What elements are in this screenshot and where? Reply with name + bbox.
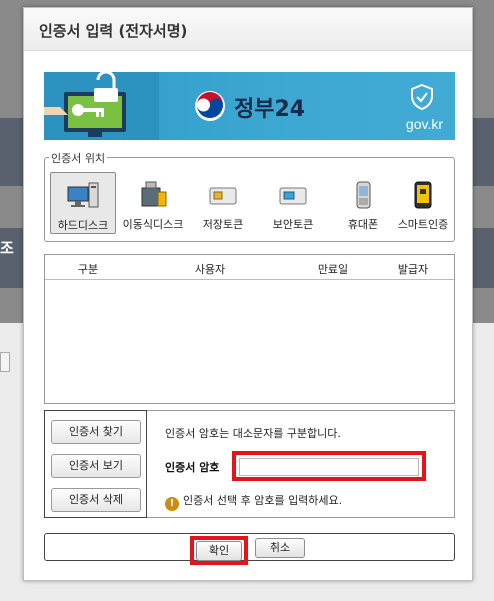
pc-icon xyxy=(67,182,99,208)
mobile-phone-icon xyxy=(356,181,371,209)
password-warning: ! 인증서 선택 후 암호를 입력하세요. xyxy=(165,492,342,511)
location-label: 스마트인증 xyxy=(397,218,449,231)
column-header-type: 구분 xyxy=(77,263,99,276)
certificate-actions: 인증서 찾기 인증서 보기 인증서 삭제 xyxy=(44,410,147,518)
find-certificate-button[interactable]: 인증서 찾기 xyxy=(51,420,141,444)
certificate-list-table[interactable]: 구분 사용자 만료일 발급자 xyxy=(44,254,455,404)
dialog-titlebar[interactable]: 인증서 입력 (전자서명) xyxy=(24,8,472,51)
usb-drive-icon xyxy=(141,181,167,207)
ok-button[interactable]: 확인 xyxy=(196,541,242,561)
gov24-banner: 정부24 gov.kr xyxy=(44,72,455,140)
password-input[interactable] xyxy=(239,458,419,476)
location-removable-disk[interactable]: 이동식디스크 xyxy=(120,172,186,234)
location-label: 이동식디스크 xyxy=(122,218,184,231)
location-hard-disk[interactable]: 하드디스크 xyxy=(50,172,116,234)
taegeuk-logo-icon xyxy=(195,91,225,121)
password-label: 인증서 암호 xyxy=(165,461,220,474)
column-header-issuer: 발급자 xyxy=(397,263,429,276)
location-label: 저장토큰 xyxy=(202,218,244,231)
table-header: 구분 사용자 만료일 발급자 xyxy=(45,255,454,280)
security-token-icon xyxy=(279,187,307,205)
background-control xyxy=(0,352,10,372)
certificate-location-legend: 인증서 위치 xyxy=(49,150,108,166)
dialog-title: 인증서 입력 (전자서명) xyxy=(39,22,188,40)
location-smart-auth[interactable]: 스마트인증 xyxy=(390,172,456,234)
location-storage-token[interactable]: 저장토큰 xyxy=(190,172,256,234)
gov24-brand-text: 정부24 xyxy=(234,97,306,122)
column-header-expiry: 만료일 xyxy=(317,263,349,276)
gov-kr-text: gov.kr xyxy=(405,116,443,132)
location-mobile-phone[interactable]: 휴대폰 xyxy=(330,172,396,234)
view-certificate-button[interactable]: 인증서 보기 xyxy=(51,454,141,478)
delete-certificate-button[interactable]: 인증서 삭제 xyxy=(51,488,141,512)
dialog-footer: 확인 취소 xyxy=(44,533,455,565)
location-label: 보안토큰 xyxy=(272,218,314,231)
password-warning-text: 인증서 선택 후 암호를 입력하세요. xyxy=(183,494,343,507)
background-fragment-text: 조 xyxy=(0,239,14,257)
location-label: 휴대폰 xyxy=(347,218,379,231)
certificate-location-group: 인증서 위치 하드디스크 이동식디스크 저장토큰 보안토큰 휴대폰 스마트인증 xyxy=(44,150,456,242)
shield-check-icon xyxy=(411,84,433,110)
password-highlight-box xyxy=(232,451,426,481)
location-label: 하드디스크 xyxy=(57,219,109,232)
certificate-dialog: 인증서 입력 (전자서명) 정부24 gov.kr 인증서 위치 하드디스크 이… xyxy=(23,7,473,581)
cancel-button[interactable]: 취소 xyxy=(255,538,305,558)
monitor-key-illustration-icon xyxy=(44,72,159,140)
password-case-note: 인증서 암호는 대소문자를 구분합니다. xyxy=(165,427,341,440)
password-area: 인증서 암호는 대소문자를 구분합니다. 인증서 암호 ! 인증서 선택 후 암호… xyxy=(147,410,455,518)
column-header-user: 사용자 xyxy=(194,263,226,276)
smart-auth-icon xyxy=(414,181,432,209)
storage-token-icon xyxy=(209,187,237,205)
location-security-token[interactable]: 보안토큰 xyxy=(260,172,326,234)
ok-highlight-box: 확인 xyxy=(190,536,248,565)
warning-icon: ! xyxy=(165,497,179,511)
